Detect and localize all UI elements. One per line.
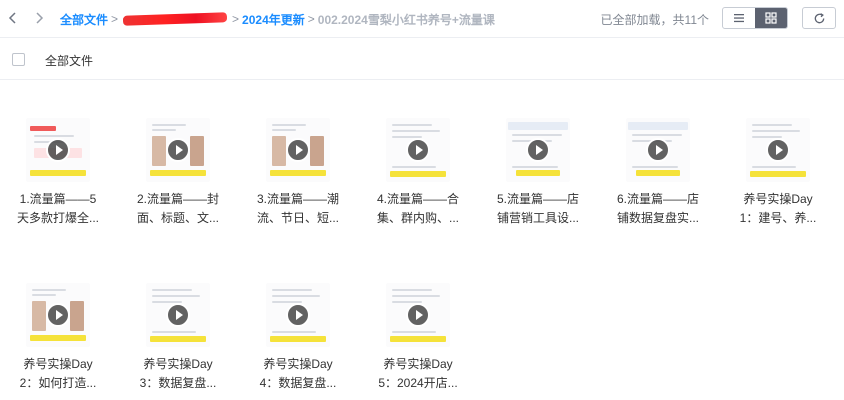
file-item[interactable]: 养号实操Day 3：数据复盘... [120, 283, 240, 400]
file-item[interactable]: 养号实操Day 5：2024开店... [360, 283, 480, 400]
file-item[interactable]: 5.流量篇——店 铺营销工具设... [480, 118, 600, 248]
thumbnail-detail [636, 170, 680, 176]
video-thumbnail [386, 283, 450, 347]
thumbnail-detail [270, 170, 326, 176]
play-icon [166, 138, 190, 162]
play-icon [286, 138, 310, 162]
thumbnail-detail [390, 171, 446, 177]
thumbnail-detail [390, 336, 446, 342]
thumbnail-detail [392, 166, 436, 168]
thumbnail-detail [392, 295, 440, 297]
thumbnail-detail [152, 289, 192, 291]
thumbnail-detail [32, 289, 66, 291]
thumbnail-detail [632, 134, 682, 136]
file-name: 2.流量篇——封 面、标题、文... [136, 192, 219, 225]
video-thumbnail [626, 118, 690, 182]
file-item[interactable]: 6.流量篇——店 铺数据复盘实... [600, 118, 720, 248]
thumbnail-detail [152, 295, 200, 297]
play-icon [406, 138, 430, 162]
thumbnail-detail [150, 170, 206, 176]
thumbnail-detail [508, 122, 568, 130]
thumbnail-detail [152, 136, 166, 166]
file-name: 6.流量篇——店 铺数据复盘实... [616, 192, 699, 225]
thumbnail-detail [272, 129, 296, 131]
file-name: 4.流量篇——合 集、群内购、... [376, 192, 459, 225]
video-thumbnail [26, 283, 90, 347]
video-thumbnail [386, 118, 450, 182]
thumbnail-detail [752, 166, 796, 168]
file-item[interactable]: 养号实操Day 2：如何打造... [0, 283, 120, 400]
thumbnail-detail [32, 294, 56, 296]
thumbnail-detail [628, 122, 688, 130]
thumbnail-detail [152, 331, 196, 333]
thumbnail-detail [190, 136, 204, 166]
thumbnail-detail [152, 129, 176, 131]
thumbnail-detail [270, 336, 326, 342]
play-icon [526, 138, 550, 162]
play-icon [166, 303, 190, 327]
thumbnail-detail [512, 134, 562, 136]
thumbnail-detail [392, 130, 440, 132]
thumbnail-detail [272, 331, 316, 333]
thumbnail-detail [512, 166, 558, 168]
thumbnail-detail [70, 301, 84, 331]
video-thumbnail [266, 283, 330, 347]
play-icon [286, 303, 310, 327]
thumbnail-detail [752, 130, 800, 132]
file-item[interactable]: 3.流量篇——潮 流、节日、短... [240, 118, 360, 248]
thumbnail-detail [392, 289, 432, 291]
thumbnail-detail [272, 289, 312, 291]
thumbnail-detail [34, 135, 74, 137]
thumbnail-detail [516, 170, 560, 176]
file-name: 养号实操Day 3：数据复盘... [139, 357, 217, 390]
play-icon [766, 138, 790, 162]
thumbnail-detail [752, 124, 792, 126]
thumbnail-detail [272, 295, 320, 297]
file-name: 养号实操Day 1：建号、养... [739, 192, 817, 225]
file-name: 养号实操Day 4：数据复盘... [259, 357, 337, 390]
thumbnail-detail [30, 126, 56, 131]
file-name: 养号实操Day 5：2024开店... [378, 357, 458, 390]
thumbnail-detail [310, 136, 324, 166]
video-thumbnail [506, 118, 570, 182]
thumbnail-detail [272, 124, 306, 126]
thumbnail-detail [30, 335, 86, 341]
thumbnail-detail [30, 170, 86, 176]
thumbnail-detail [150, 336, 206, 342]
thumbnail-detail [32, 301, 46, 331]
video-thumbnail [266, 118, 330, 182]
thumbnail-detail [632, 166, 678, 168]
thumbnail-detail [152, 124, 186, 126]
play-icon [46, 303, 70, 327]
file-item[interactable]: 2.流量篇——封 面、标题、文... [120, 118, 240, 248]
file-name: 5.流量篇——店 铺营销工具设... [496, 192, 579, 225]
file-name: 养号实操Day 2：如何打造... [19, 357, 97, 390]
file-item[interactable]: 养号实操Day 1：建号、养... [720, 118, 840, 248]
thumbnail-detail [272, 136, 286, 166]
file-item[interactable]: 1.流量篇——5 天多款打爆全... [0, 118, 120, 248]
thumbnail-detail [750, 171, 806, 177]
video-thumbnail [26, 118, 90, 182]
file-item[interactable]: 养号实操Day 4：数据复盘... [240, 283, 360, 400]
file-name: 1.流量篇——5 天多款打爆全... [16, 192, 99, 225]
thumbnail-detail [392, 331, 436, 333]
video-thumbnail [746, 118, 810, 182]
play-icon [46, 138, 70, 162]
file-name: 3.流量篇——潮 流、节日、短... [256, 192, 339, 225]
file-item[interactable]: 4.流量篇——合 集、群内购、... [360, 118, 480, 248]
file-grid: 1.流量篇——5 天多款打爆全... 2.流量篇——封 面、标题、文... 3.流量… [0, 0, 844, 400]
play-icon [646, 138, 670, 162]
video-thumbnail [146, 118, 210, 182]
video-thumbnail [146, 283, 210, 347]
play-icon [406, 303, 430, 327]
thumbnail-detail [392, 124, 432, 126]
